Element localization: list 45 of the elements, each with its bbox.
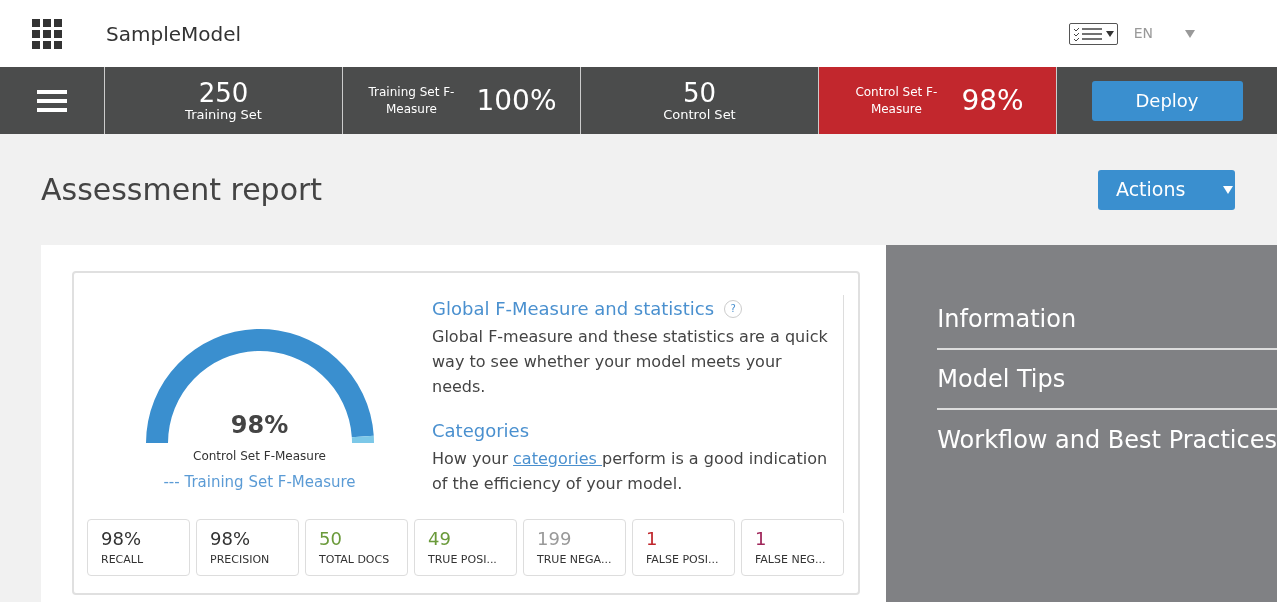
app-grid-icon[interactable] bbox=[32, 18, 62, 49]
view-menu-button[interactable] bbox=[1068, 22, 1118, 45]
summary-label: Control Set bbox=[663, 108, 736, 121]
stat-label: RECALL bbox=[101, 552, 145, 568]
app-title: SampleModel bbox=[106, 20, 242, 48]
deploy-button[interactable]: Deploy bbox=[1091, 80, 1243, 121]
stat-value: 199 bbox=[537, 528, 573, 550]
summary-value: 98% bbox=[961, 82, 1024, 119]
stat-label: PRECISION bbox=[210, 552, 271, 568]
gauge-value: 98% bbox=[229, 410, 290, 441]
description-text: How your categories perform is a good indication of the efficiency of your model. bbox=[432, 448, 829, 495]
summary-label: Training Set bbox=[185, 108, 262, 121]
summary-value: 50 bbox=[682, 80, 717, 106]
side-panel-item[interactable]: Model Tips bbox=[937, 350, 1277, 410]
side-panel-item[interactable]: Workflow and Best Practices bbox=[937, 410, 1277, 470]
stat-value: 98% bbox=[210, 528, 251, 550]
gauge-label: Control Set F-Measure bbox=[193, 448, 326, 465]
actions-button[interactable]: Actions bbox=[1098, 169, 1235, 210]
section-heading: Categories bbox=[432, 419, 531, 443]
side-panel-item[interactable]: Information bbox=[937, 290, 1277, 350]
caret-icon bbox=[1105, 30, 1114, 37]
stat-value: 1 bbox=[646, 528, 659, 550]
stat-label: TOTAL DOCS bbox=[319, 552, 391, 568]
stat-value: 98% bbox=[101, 528, 142, 550]
summary-label: Training Set F-Measure bbox=[367, 83, 456, 118]
description-text: Global F-measure and these statistics are a quick way to see whether your model meets your needs. bbox=[432, 326, 829, 398]
stat-value: 49 bbox=[428, 528, 452, 550]
stat-label: FALSE NEG... bbox=[755, 552, 827, 568]
caret-icon[interactable] bbox=[1185, 29, 1195, 38]
section-heading: Global F-Measure and statistics bbox=[432, 297, 715, 321]
stat-value: 1 bbox=[755, 528, 768, 550]
stat-label: TRUE POSI... bbox=[428, 552, 498, 568]
categories-link[interactable]: categories bbox=[513, 449, 602, 468]
language-selector[interactable]: EN bbox=[1133, 23, 1153, 44]
stat-label: TRUE NEGA... bbox=[537, 552, 612, 568]
stat-label: FALSE POSI... bbox=[646, 552, 720, 568]
page-title: Assessment report bbox=[41, 171, 323, 209]
checklist-icon bbox=[1072, 26, 1103, 41]
menu-icon[interactable] bbox=[37, 88, 67, 113]
summary-value: 250 bbox=[198, 80, 249, 106]
legend-label: --- Training Set F-Measure bbox=[163, 472, 356, 493]
caret-icon bbox=[1223, 185, 1234, 194]
stat-value: 50 bbox=[319, 528, 343, 550]
summary-label: Control Set F-Measure bbox=[854, 83, 939, 118]
summary-value: 100% bbox=[476, 82, 557, 119]
